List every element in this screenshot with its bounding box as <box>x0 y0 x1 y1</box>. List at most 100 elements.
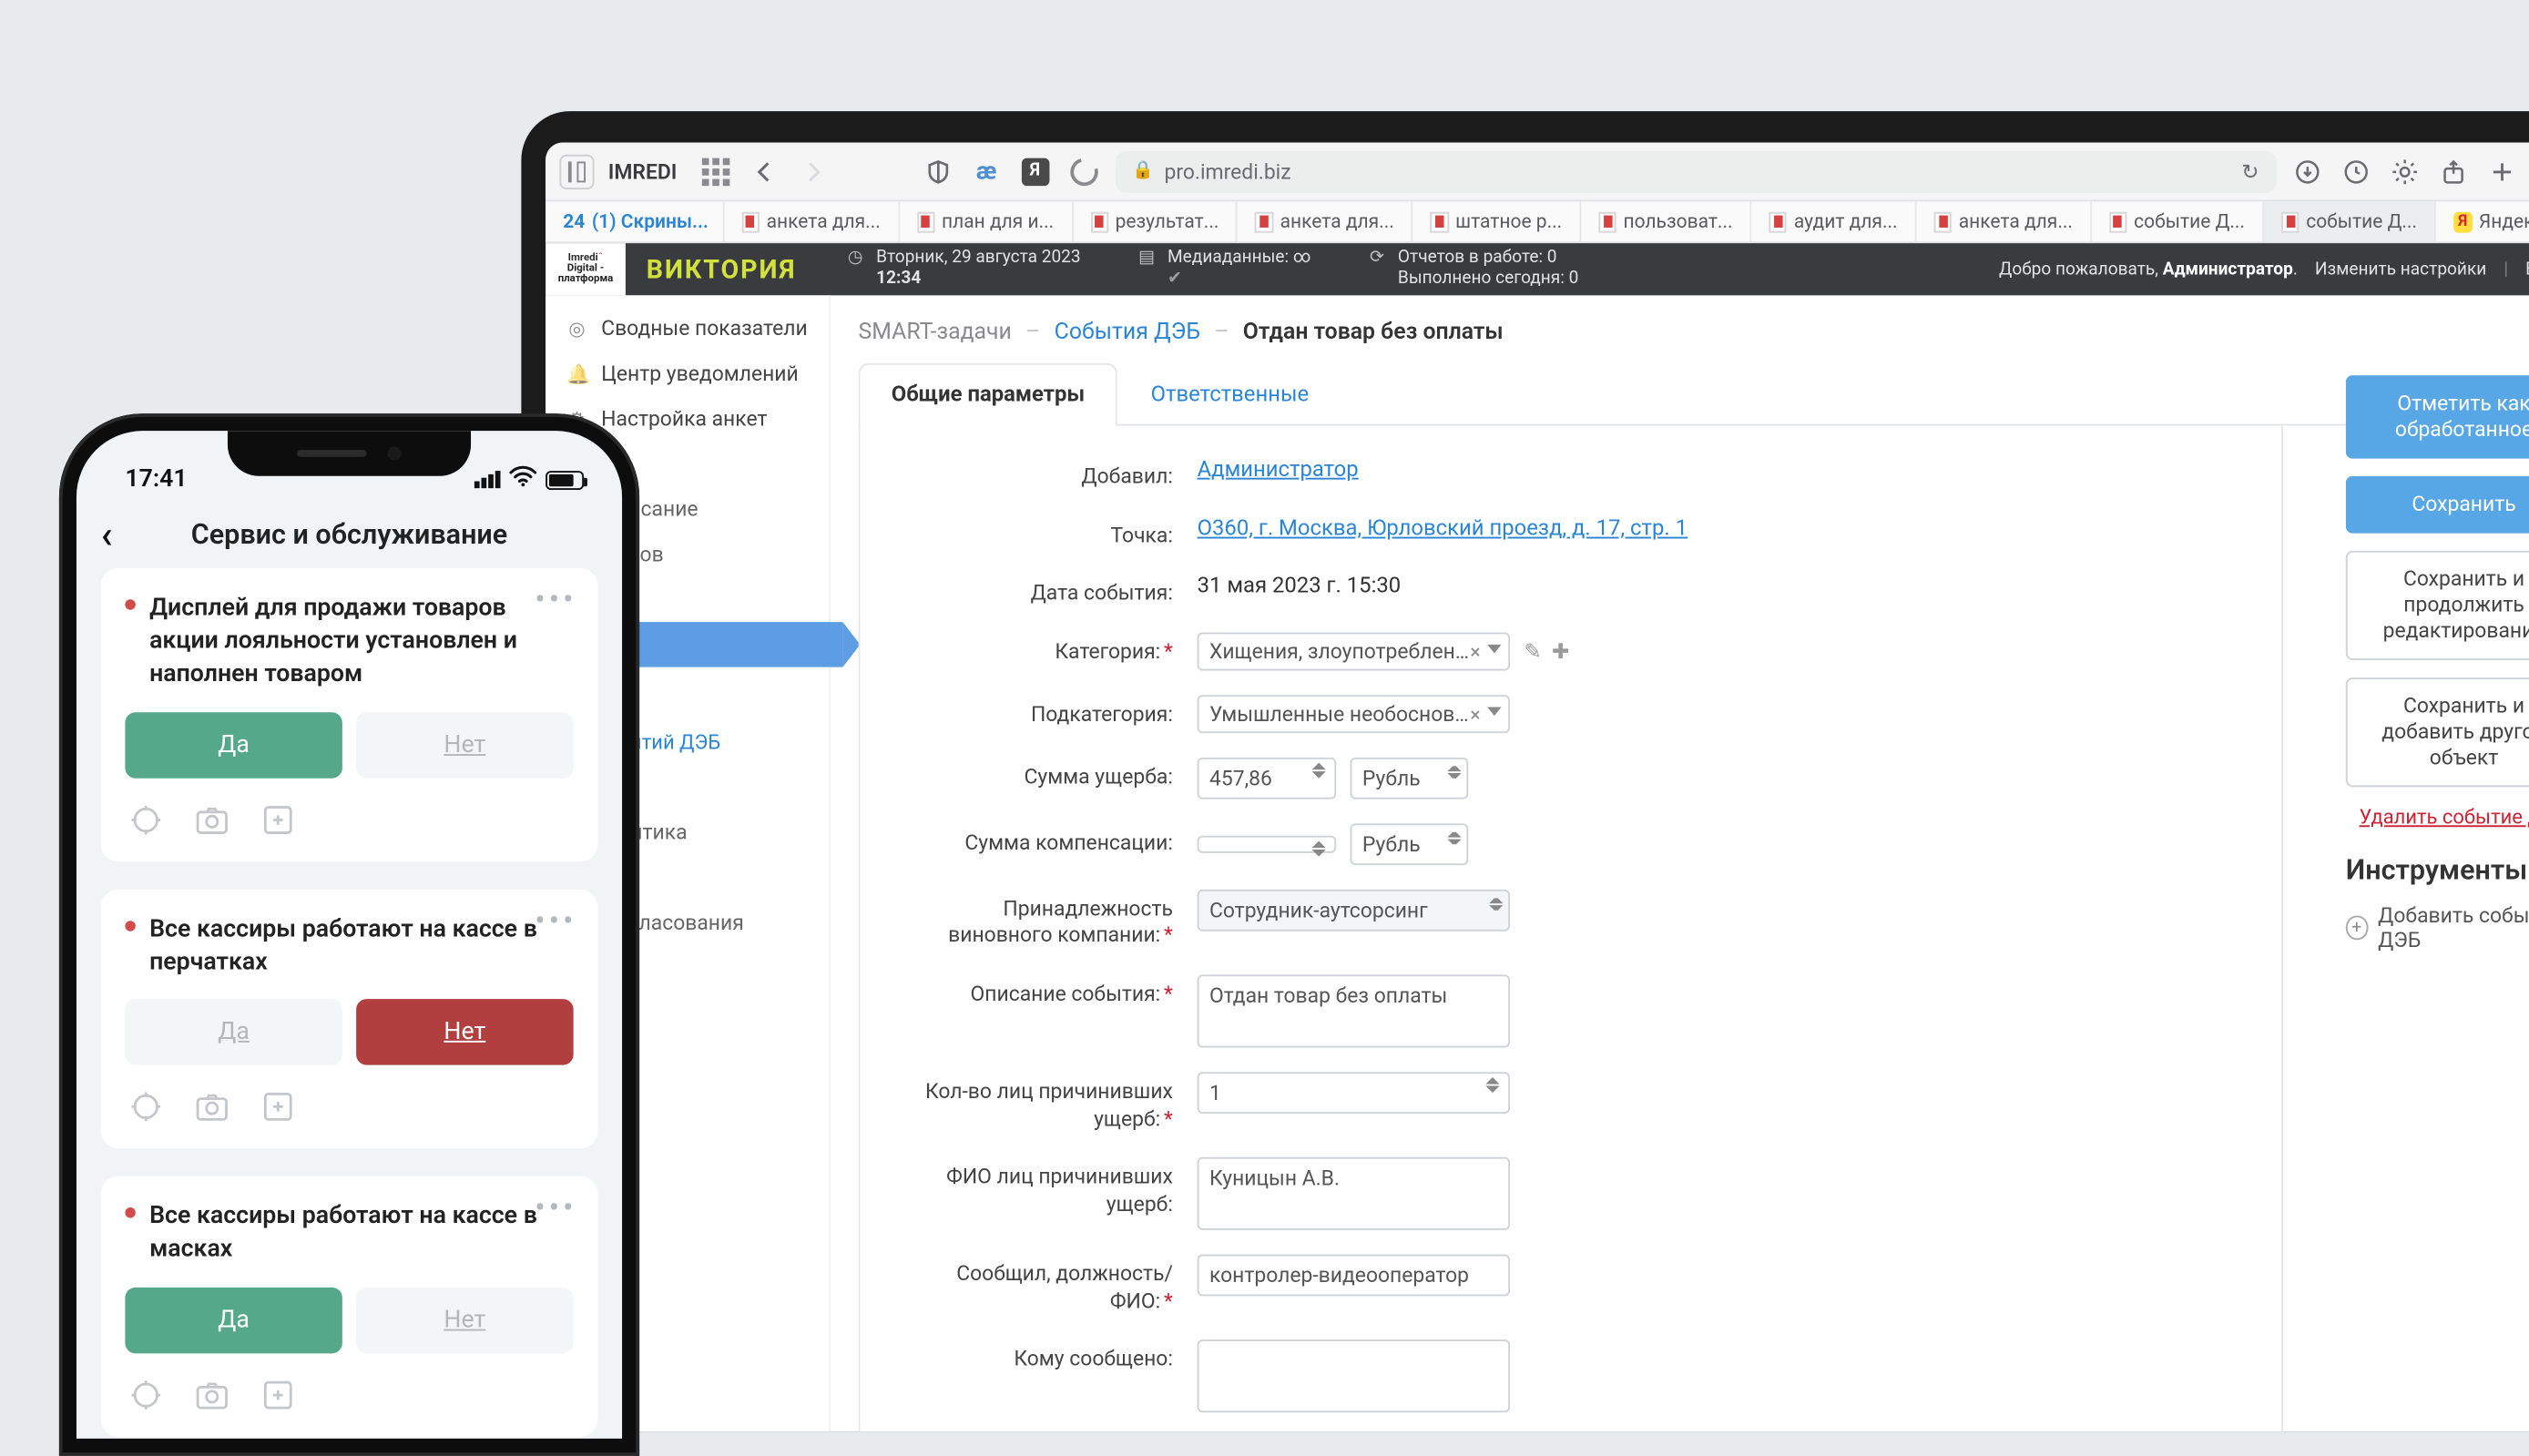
question-text: Дисплей для продажи товаров акции лояльн… <box>149 593 574 691</box>
apps-grid-icon[interactable] <box>698 154 732 188</box>
input-reporter[interactable]: контролер-видеооператор <box>1198 1255 1510 1297</box>
answer-no-button[interactable]: Нет <box>356 1000 574 1066</box>
question-card: ••• Все кассиры работают на кассе в маск… <box>101 1177 598 1438</box>
tools-heading: Инструменты <box>2346 853 2529 886</box>
select-guilty[interactable]: Сотрудник-аутсорсинг <box>1198 889 1510 931</box>
answer-yes-button[interactable]: Да <box>125 1000 342 1066</box>
label-subcategory: Подкатегория: <box>895 695 1173 728</box>
add-event-tool[interactable]: +Добавить событие ДЭБ <box>2346 903 2529 952</box>
add-note-icon[interactable] <box>257 1086 299 1128</box>
select-currency-2[interactable]: Рубль <box>1351 823 1469 865</box>
target-icon[interactable] <box>125 1086 167 1128</box>
input-count[interactable]: 1 <box>1198 1072 1510 1114</box>
browser-tab[interactable]: результат... <box>1073 201 1238 241</box>
plus-icon[interactable] <box>2484 154 2519 188</box>
link-added-by[interactable]: Администратор <box>1198 457 1359 484</box>
address-bar[interactable]: 🔒 pro.imredi.biz ↻ <box>1115 150 2276 192</box>
link-point[interactable]: О360, г. Москва, Юрловский проезд, д. 17… <box>1198 515 1688 542</box>
clock-icon: ◷ <box>845 249 866 270</box>
question-card: ••• Все кассиры работают на кассе в перч… <box>101 889 598 1149</box>
answer-yes-button[interactable]: Да <box>125 1288 342 1354</box>
add-note-icon[interactable] <box>257 1375 299 1417</box>
ae-icon[interactable]: æ <box>969 154 1004 188</box>
favicon-icon <box>1934 211 1952 232</box>
answer-yes-button[interactable]: Да <box>125 712 342 779</box>
browser-tab[interactable]: штатное р... <box>1413 201 1581 241</box>
phone-screen: 17:41 ‹ Сервис и обслуживание ••• Диспле… <box>76 431 622 1439</box>
answer-no-button[interactable]: Нет <box>356 712 574 779</box>
shield-icon[interactable] <box>920 154 954 188</box>
share-icon[interactable] <box>2436 154 2471 188</box>
camera-icon[interactable] <box>191 1086 233 1128</box>
select-currency-1[interactable]: Рубль <box>1351 757 1469 799</box>
history-icon[interactable] <box>2339 154 2373 188</box>
tab-responsible[interactable]: Ответственные <box>1117 363 1341 426</box>
browser-tab[interactable]: ЯЯндекс Д <box>2436 201 2529 241</box>
settings-link[interactable]: Изменить настройки <box>2315 260 2486 279</box>
tab-general[interactable]: Общие параметры <box>859 363 1118 426</box>
select-subcategory[interactable]: Умышленные необоснованны…× <box>1198 695 1510 733</box>
more-icon[interactable]: ••• <box>535 1201 576 1217</box>
target-icon[interactable] <box>125 799 167 840</box>
save-continue-button[interactable]: Сохранить и продолжить редактирование <box>2346 551 2529 660</box>
question-text: Все кассиры работают на кассе в перчатка… <box>149 913 574 979</box>
edit-icon[interactable]: ✎ <box>1524 639 1541 664</box>
sidebar-item[interactable]: ◎Сводные показатели <box>546 306 829 351</box>
browser-tab[interactable]: аудит для... <box>1752 201 1917 241</box>
input-compensation[interactable] <box>1198 835 1337 852</box>
question-text: Все кассиры работают на кассе в масках <box>149 1201 574 1267</box>
more-icon[interactable]: ••• <box>535 913 576 929</box>
input-damage[interactable]: 457,86 <box>1198 757 1337 799</box>
reload-icon[interactable] <box>1066 154 1101 188</box>
breadcrumb-item[interactable]: SMART-задачи <box>859 320 1012 346</box>
back-icon[interactable]: ‹ <box>101 514 113 558</box>
browser-tab[interactable]: событие Д... <box>2092 201 2264 241</box>
tabs: Общие параметры Ответственные <box>859 363 2529 426</box>
question-list: ••• Дисплей для продажи товаров акции ло… <box>76 568 622 1437</box>
textarea-fio[interactable]: Куницын А.В. <box>1198 1157 1510 1230</box>
back-icon[interactable] <box>747 154 781 188</box>
sidebar-toggle-icon[interactable] <box>559 154 594 188</box>
browser-tab[interactable]: анкета для... <box>724 201 899 241</box>
delete-link[interactable]: Удалить событие ДЭБ <box>2346 804 2529 829</box>
browser-tab[interactable]: событие Д... <box>2264 201 2436 241</box>
mark-processed-button[interactable]: Отметить как обработанное <box>2346 375 2529 459</box>
add-note-icon[interactable] <box>257 799 299 840</box>
sidebar-item[interactable]: 🔔Центр уведомлений <box>546 351 829 396</box>
browser-tab[interactable]: анкета для... <box>1238 201 1412 241</box>
header-right: Добро пожаловать, Администратор. Изменит… <box>1999 260 2529 279</box>
target-icon: ◎ <box>566 317 587 340</box>
laptop-frame: IMREDI æ Я 🔒 pro.imredi.biz ↻ <box>521 111 2529 1431</box>
browser-tab[interactable]: пользоват... <box>1581 201 1751 241</box>
camera-icon[interactable] <box>191 799 233 840</box>
textarea-description[interactable]: Отдан товар без оплаты <box>1198 974 1510 1047</box>
forward-icon[interactable] <box>795 154 830 188</box>
status-dot-icon <box>125 1208 135 1218</box>
refresh-icon[interactable]: ↻ <box>2241 159 2259 184</box>
phone-header: ‹ Сервис и обслуживание <box>76 507 622 568</box>
favicon-icon <box>2281 211 2300 232</box>
select-category[interactable]: Хищения, злоупотребления с…× <box>1198 632 1510 670</box>
logout-link[interactable]: Выйт <box>2525 260 2529 279</box>
answer-no-button[interactable]: Нет <box>356 1288 574 1354</box>
camera-icon[interactable] <box>191 1375 233 1417</box>
yandex-icon[interactable]: Я <box>1017 154 1052 188</box>
browser-tab[interactable]: план для и... <box>900 201 1073 241</box>
header-media: ▤ Медиаданные: ∞ ✔ <box>1108 249 1339 290</box>
app-name[interactable]: IMREDI <box>608 159 684 184</box>
save-add-button[interactable]: Сохранить и добавить другой объект <box>2346 677 2529 787</box>
right-column: Отметить как обработанное Сохранить Сохр… <box>2346 375 2529 952</box>
save-button[interactable]: Сохранить <box>2346 476 2529 534</box>
download-icon[interactable] <box>2290 154 2325 188</box>
breadcrumb-link[interactable]: События ДЭБ <box>1055 320 1200 346</box>
textarea-to[interactable] <box>1198 1340 1510 1413</box>
label-category: Категория:* <box>895 632 1173 666</box>
more-icon[interactable]: ••• <box>535 593 576 608</box>
browser-tab[interactable]: 24 (1) Скрины... <box>546 201 724 241</box>
label-fio: ФИО лиц причинившихущерб: <box>895 1157 1173 1218</box>
gear-icon[interactable] <box>2388 154 2422 188</box>
add-option-icon[interactable]: ✚ <box>1552 639 1569 664</box>
victoria-logo: ВИКТОРИЯ <box>626 254 817 285</box>
browser-tab[interactable]: анкета для... <box>1917 201 2092 241</box>
target-icon[interactable] <box>125 1375 167 1417</box>
